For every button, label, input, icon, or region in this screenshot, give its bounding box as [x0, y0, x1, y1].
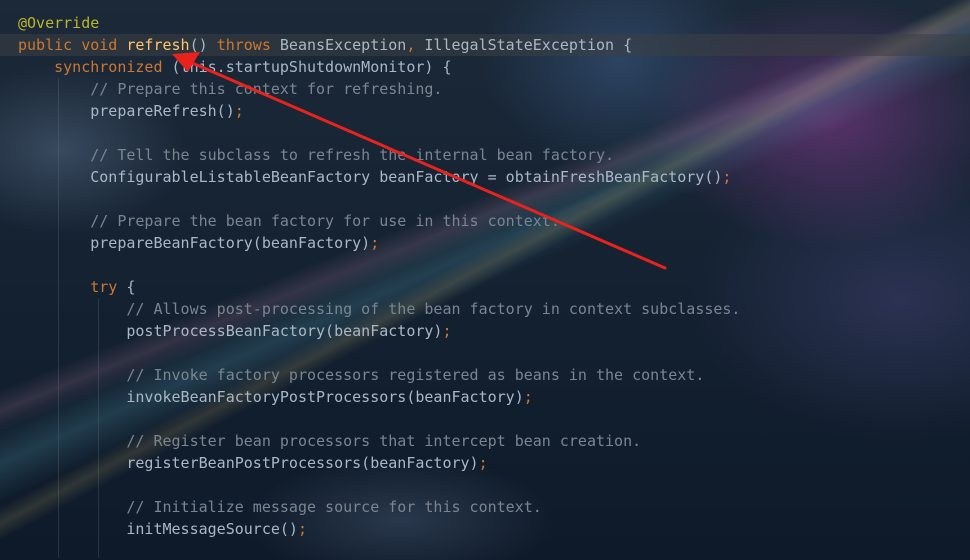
code-line-17[interactable]: // Invoke factory processors registered …	[18, 364, 740, 386]
method-call[interactable]: invokeBeanFactoryPostProcessors(beanFact…	[126, 388, 523, 406]
code-line-23[interactable]: // Initialize message source for this co…	[18, 496, 740, 518]
code-line-18[interactable]: invokeBeanFactoryPostProcessors(beanFact…	[18, 386, 740, 408]
code-line-10[interactable]: // Prepare the bean factory for use in t…	[18, 210, 740, 232]
code-line-3[interactable]: synchronized (this.startupShutdownMonito…	[18, 56, 740, 78]
open-brace: {	[623, 36, 633, 54]
keyword-void: void	[81, 36, 118, 54]
semicolon: ;	[722, 168, 732, 186]
method-parens: ()	[189, 36, 208, 54]
code-line-2[interactable]: public void refresh() throws BeansExcept…	[18, 34, 740, 56]
semicolon: ;	[523, 388, 533, 406]
method-call[interactable]: registerBeanPostProcessors(beanFactory)	[126, 454, 478, 472]
code-line-1[interactable]: @Override	[18, 12, 740, 34]
code-comment: // Invoke factory processors registered …	[126, 366, 705, 384]
code-line-blank[interactable]	[18, 188, 740, 210]
code-line-4[interactable]: // Prepare this context for refreshing.	[18, 78, 740, 100]
code-comment: // Register bean processors that interce…	[126, 432, 642, 450]
sync-expression: (this.startupShutdownMonitor) {	[162, 58, 452, 76]
semicolon: ;	[478, 454, 488, 472]
code-line-blank[interactable]	[18, 474, 740, 496]
code-line-blank[interactable]	[18, 122, 740, 144]
code-comment: // Tell the subclass to refresh the inte…	[90, 146, 615, 164]
method-name-refresh[interactable]: refresh	[126, 36, 189, 54]
method-call[interactable]: prepareRefresh()	[90, 102, 235, 120]
code-line-11[interactable]: prepareBeanFactory(beanFactory);	[18, 232, 740, 254]
code-line-14[interactable]: // Allows post-processing of the bean fa…	[18, 298, 740, 320]
method-call[interactable]: ConfigurableListableBeanFactory beanFact…	[90, 168, 722, 186]
method-call[interactable]: prepareBeanFactory(beanFactory)	[90, 234, 370, 252]
code-line-7[interactable]: // Tell the subclass to refresh the inte…	[18, 144, 740, 166]
keyword-synchronized: synchronized	[54, 58, 163, 76]
code-text[interactable]: @Override public void refresh() throws Be…	[18, 12, 740, 540]
code-line-13[interactable]: try {	[18, 276, 740, 298]
open-brace: {	[117, 278, 136, 296]
exception-type[interactable]: IllegalStateException	[424, 36, 614, 54]
code-line-blank[interactable]	[18, 342, 740, 364]
semicolon: ;	[442, 322, 452, 340]
exception-type[interactable]: BeansException	[280, 36, 406, 54]
code-line-8[interactable]: ConfigurableListableBeanFactory beanFact…	[18, 166, 740, 188]
method-call[interactable]: postProcessBeanFactory(beanFactory)	[126, 322, 442, 340]
code-line-blank[interactable]	[18, 408, 740, 430]
code-comment: // Initialize message source for this co…	[126, 498, 542, 516]
code-line-21[interactable]: registerBeanPostProcessors(beanFactory);	[18, 452, 740, 474]
code-line-20[interactable]: // Register bean processors that interce…	[18, 430, 740, 452]
annotation-override: @Override	[18, 14, 100, 32]
code-editor[interactable]: @Override public void refresh() throws Be…	[0, 0, 970, 560]
keyword-public: public	[18, 36, 73, 54]
code-line-15[interactable]: postProcessBeanFactory(beanFactory);	[18, 320, 740, 342]
code-comment: // Prepare the bean factory for use in t…	[90, 212, 560, 230]
code-comment: // Prepare this context for refreshing.	[90, 80, 443, 98]
semicolon: ;	[370, 234, 380, 252]
keyword-throws: throws	[216, 36, 271, 54]
method-call[interactable]: initMessageSource()	[126, 520, 298, 538]
code-line-24[interactable]: initMessageSource();	[18, 518, 740, 540]
comma: ,	[406, 36, 416, 54]
code-comment: // Allows post-processing of the bean fa…	[126, 300, 741, 318]
semicolon: ;	[234, 102, 244, 120]
code-line-blank[interactable]	[18, 254, 740, 276]
code-line-5[interactable]: prepareRefresh();	[18, 100, 740, 122]
keyword-try: try	[90, 278, 118, 296]
semicolon: ;	[297, 520, 307, 538]
